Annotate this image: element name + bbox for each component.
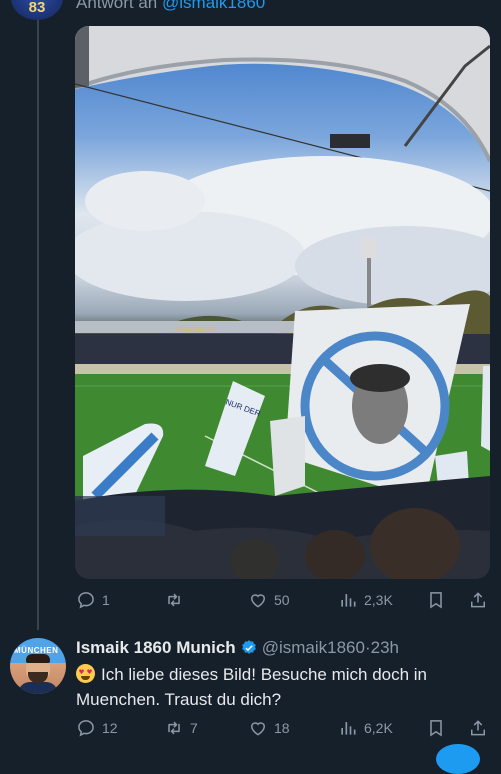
view-count: 6,2K: [364, 720, 393, 736]
view-count: 2,3K: [364, 592, 393, 608]
author-handle[interactable]: @ismaik1860: [262, 638, 365, 658]
tweet-header: Ismaik 1860 Munich @ismaik1860 · 23h: [76, 638, 399, 658]
compose-fab-button[interactable]: [436, 744, 480, 774]
verified-badge-icon: [241, 640, 256, 654]
tweet-timestamp[interactable]: 23h: [371, 638, 399, 658]
tweet-photo[interactable]: SPARKASSE NUR DER: [75, 26, 490, 579]
author-name[interactable]: Ismaik 1860 Munich: [76, 638, 236, 658]
like-button[interactable]: 50: [248, 588, 290, 612]
share-icon: [471, 592, 485, 608]
heart-icon: [250, 594, 266, 608]
analytics-icon: [341, 722, 356, 735]
reply-count: 1: [102, 592, 110, 608]
stadium-photo: SPARKASSE NUR DER: [75, 26, 490, 579]
second-tweet-actions: 12 7 18 6,2K: [76, 716, 486, 740]
share-button[interactable]: [468, 588, 488, 612]
tweet-text: Ich liebe dieses Bild! Besuche mich doch…: [76, 662, 486, 712]
retweet-icon: [168, 593, 180, 607]
reply-icon: [78, 720, 94, 737]
ad-board-text: SPARKASSE: [175, 327, 217, 334]
retweet-button[interactable]: [164, 588, 190, 612]
heart-eyes-emoji-icon: [76, 664, 95, 683]
views-button[interactable]: 2,3K: [338, 588, 393, 612]
jersey-number: 83: [28, 0, 46, 16]
bookmark-button[interactable]: [426, 716, 446, 740]
reply-button[interactable]: 1: [76, 588, 110, 612]
heart-icon: [250, 722, 266, 736]
reply-button[interactable]: 12: [76, 716, 118, 740]
analytics-icon: [341, 594, 356, 607]
bookmark-icon: [430, 720, 442, 737]
share-button[interactable]: [468, 716, 488, 740]
retweet-count: 7: [190, 720, 198, 736]
like-button[interactable]: 18: [248, 716, 290, 740]
reply-context: Antwort an @ismaik1860: [76, 0, 265, 13]
thread-line: [37, 18, 39, 630]
bookmark-icon: [430, 592, 442, 609]
reply-handle-link[interactable]: @ismaik1860: [162, 0, 265, 12]
retweet-icon: [168, 721, 180, 735]
retweet-button[interactable]: 7: [164, 716, 198, 740]
like-count: 50: [274, 592, 290, 608]
bookmark-button[interactable]: [426, 588, 446, 612]
reply-prefix: Antwort an: [76, 0, 158, 12]
reply-icon: [78, 592, 94, 609]
author-avatar[interactable]: MÜNCHEN: [10, 638, 66, 694]
share-icon: [471, 720, 485, 736]
first-tweet-actions: 1 50 2,3K: [76, 588, 486, 612]
like-count: 18: [274, 720, 290, 736]
tweet-body: Ich liebe dieses Bild! Besuche mich doch…: [76, 665, 428, 709]
reply-count: 12: [102, 720, 118, 736]
parent-avatar[interactable]: 83: [11, 0, 63, 20]
views-button[interactable]: 6,2K: [338, 716, 393, 740]
